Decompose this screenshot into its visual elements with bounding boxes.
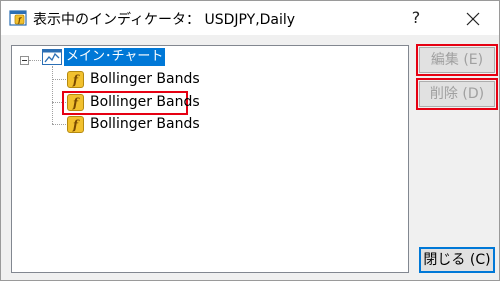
collapse-toggle[interactable] xyxy=(20,56,29,65)
tree-connector xyxy=(52,79,66,80)
tree-connector xyxy=(52,66,53,124)
dialog-title: 表示中のインディケータ： USDJPY,Daily xyxy=(33,12,296,28)
tree-connector xyxy=(52,124,66,125)
close-window-button[interactable] xyxy=(453,1,493,35)
function-icon: f xyxy=(67,116,84,133)
tree-item-indicator[interactable]: Bollinger Bands xyxy=(90,71,200,87)
tree-item-indicator[interactable]: Bollinger Bands xyxy=(90,94,200,110)
tree-root-main-chart[interactable]: メイン･チャート xyxy=(64,48,166,66)
indicator-tree[interactable]: メイン･チャート f Bollinger Bands f Bollinger B… xyxy=(11,45,409,273)
title-bar: f 表示中のインディケータ： USDJPY,Daily ? xyxy=(1,1,499,35)
help-button[interactable]: ? xyxy=(399,1,433,35)
tree-item-indicator[interactable]: Bollinger Bands xyxy=(90,116,200,132)
app-icon: f xyxy=(9,10,27,26)
delete-button[interactable]: 削除 (D) xyxy=(416,78,498,110)
close-icon xyxy=(466,12,480,25)
chart-window-icon xyxy=(42,49,62,65)
function-icon: f xyxy=(67,94,84,111)
tree-connector xyxy=(29,60,41,61)
close-button[interactable]: 閉じる (C) xyxy=(419,247,495,273)
function-icon: f xyxy=(67,71,84,88)
edit-button[interactable]: 編集 (E) xyxy=(416,44,498,76)
indicators-dialog: f 表示中のインディケータ： USDJPY,Daily ? メイン･チャート f… xyxy=(0,0,500,281)
